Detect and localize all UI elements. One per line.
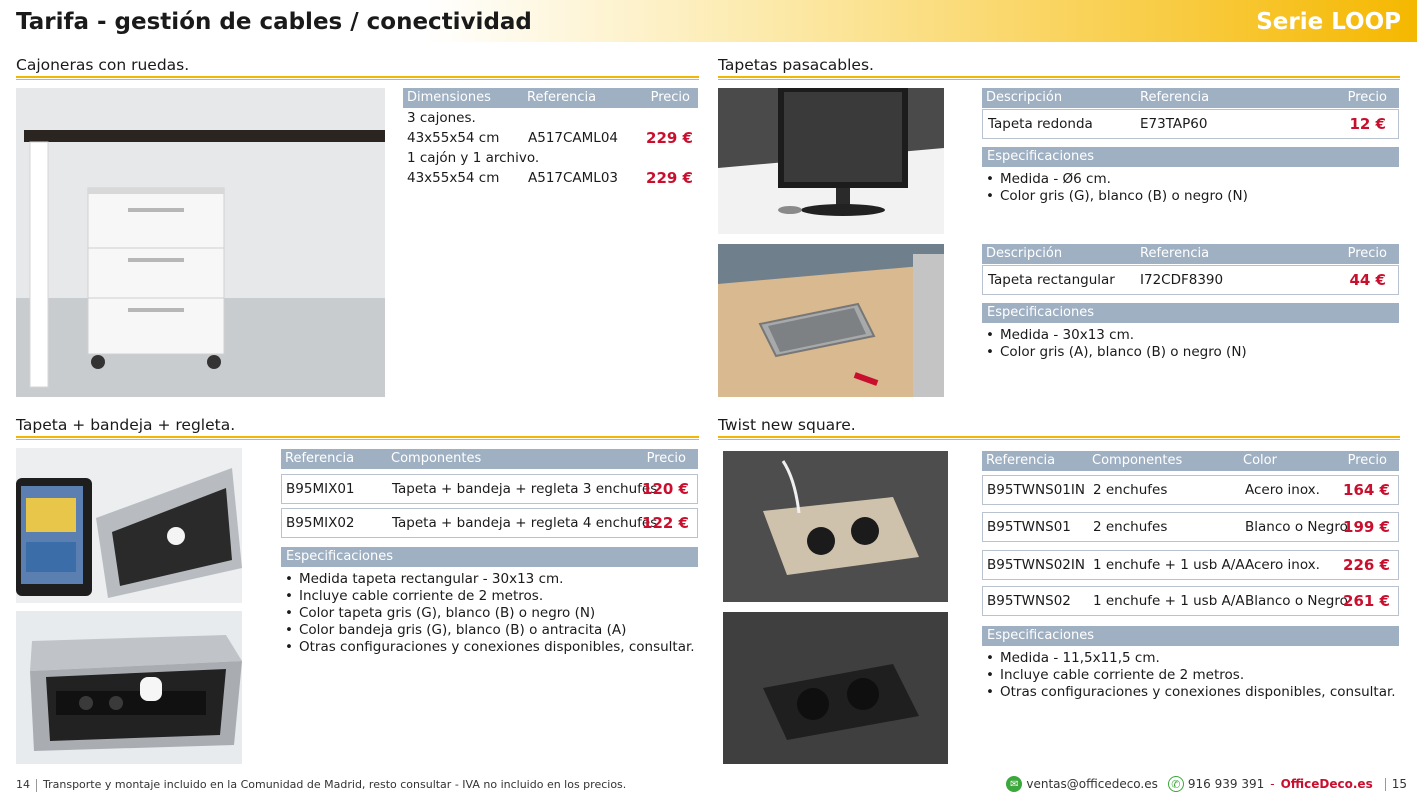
- table-header-tapeta-rectangular: Descripción Referencia Precio: [982, 244, 1399, 264]
- section-rule: [718, 76, 1400, 80]
- spec-header: Especificaciones: [281, 547, 698, 567]
- footer-note: 14 Transporte y montaje incluido en la Co…: [16, 778, 626, 792]
- table-header-bandeja: Referencia Componentes Precio: [281, 449, 698, 469]
- photo-bandeja-regleta: [16, 611, 242, 764]
- cajonera-desc-1: 3 cajones.: [407, 110, 476, 126]
- section-title-twist: Twist new square.: [718, 416, 856, 434]
- table-row: Tapeta redonda E73TAP60 12 €: [982, 109, 1399, 139]
- cajonera-price-2: 229 €: [646, 169, 693, 187]
- table-header-twist: Referencia Componentes Color Precio: [982, 451, 1399, 471]
- section-title-tapetas: Tapetas pasacables.: [718, 56, 874, 74]
- photo-bandeja-abierta: [16, 448, 242, 603]
- footer-contact: ✉ ventas@officedeco.es ✆ 916 939 391 - O…: [1006, 776, 1407, 792]
- photo-twist-negro: [723, 612, 948, 764]
- section-title-cajoneras: Cajoneras con ruedas.: [16, 56, 190, 74]
- table-row: B95TWNS02 1 enchufe + 1 usb A/A Blanco o…: [982, 586, 1399, 616]
- brand-link[interactable]: OfficeDeco.es: [1281, 777, 1373, 791]
- photo-tapeta-redonda: [718, 88, 944, 234]
- email-icon: ✉: [1006, 776, 1023, 792]
- photo-cajonera: [16, 88, 385, 397]
- table-row: B95TWNS01 2 enchufes Blanco o Negro 199 …: [982, 512, 1399, 542]
- photo-tapeta-rectangular: [718, 244, 944, 397]
- table-header-cajoneras: Dimensiones Referencia Precio: [403, 88, 698, 108]
- photo-twist-inox: [723, 451, 948, 602]
- page-header: Tarifa - gestión de cables / conectivida…: [0, 0, 1417, 42]
- section-rule: [16, 436, 699, 440]
- table-row: B95TWNS02IN 1 enchufe + 1 usb A/A Acero …: [982, 550, 1399, 580]
- table-row: B95MIX01 Tapeta + bandeja + regleta 3 en…: [281, 474, 698, 504]
- cajonera-ref-1: A517CAML04: [528, 130, 619, 146]
- spec-list-bandeja: Medida tapeta rectangular - 30x13 cm. In…: [285, 571, 695, 656]
- table-row: Tapeta rectangular I72CDF8390 44 €: [982, 265, 1399, 295]
- footer-disclaimer: Transporte y montaje incluido en la Comu…: [43, 778, 627, 791]
- table-row: B95MIX02 Tapeta + bandeja + regleta 4 en…: [281, 508, 698, 538]
- footer-dash: -: [1270, 777, 1275, 791]
- footer-phone[interactable]: 916 939 391: [1188, 777, 1264, 791]
- spec-header: Especificaciones: [982, 626, 1399, 646]
- spec-list-tapeta-redonda: Medida - Ø6 cm. Color gris (G), blanco (…: [986, 171, 1248, 205]
- cajonera-dims-2: 43x55x54 cm: [407, 170, 500, 186]
- cajonera-ref-2: A517CAML03: [528, 170, 619, 186]
- spec-header: Especificaciones: [982, 147, 1399, 167]
- cajonera-desc-2: 1 cajón y 1 archivo.: [407, 150, 540, 166]
- footer-email[interactable]: ventas@officedeco.es: [1026, 777, 1158, 791]
- section-rule: [718, 436, 1400, 440]
- section-rule: [16, 76, 699, 80]
- cajonera-price-1: 229 €: [646, 129, 693, 147]
- spec-list-twist: Medida - 11,5x11,5 cm. Incluye cable cor…: [986, 650, 1396, 701]
- page-number-right: 15: [1391, 777, 1407, 791]
- table-header-tapeta-redonda: Descripción Referencia Precio: [982, 88, 1399, 108]
- series-title: Serie LOOP: [1256, 9, 1401, 35]
- page-number-left: 14: [16, 778, 30, 791]
- table-row: B95TWNS01IN 2 enchufes Acero inox. 164 €: [982, 475, 1399, 505]
- phone-icon: ✆: [1167, 776, 1184, 792]
- page-title: Tarifa - gestión de cables / conectivida…: [16, 9, 532, 35]
- section-title-bandeja: Tapeta + bandeja + regleta.: [16, 416, 236, 434]
- spec-header: Especificaciones: [982, 303, 1399, 323]
- spec-list-tapeta-rectangular: Medida - 30x13 cm. Color gris (A), blanc…: [986, 327, 1247, 361]
- cajonera-dims-1: 43x55x54 cm: [407, 130, 500, 146]
